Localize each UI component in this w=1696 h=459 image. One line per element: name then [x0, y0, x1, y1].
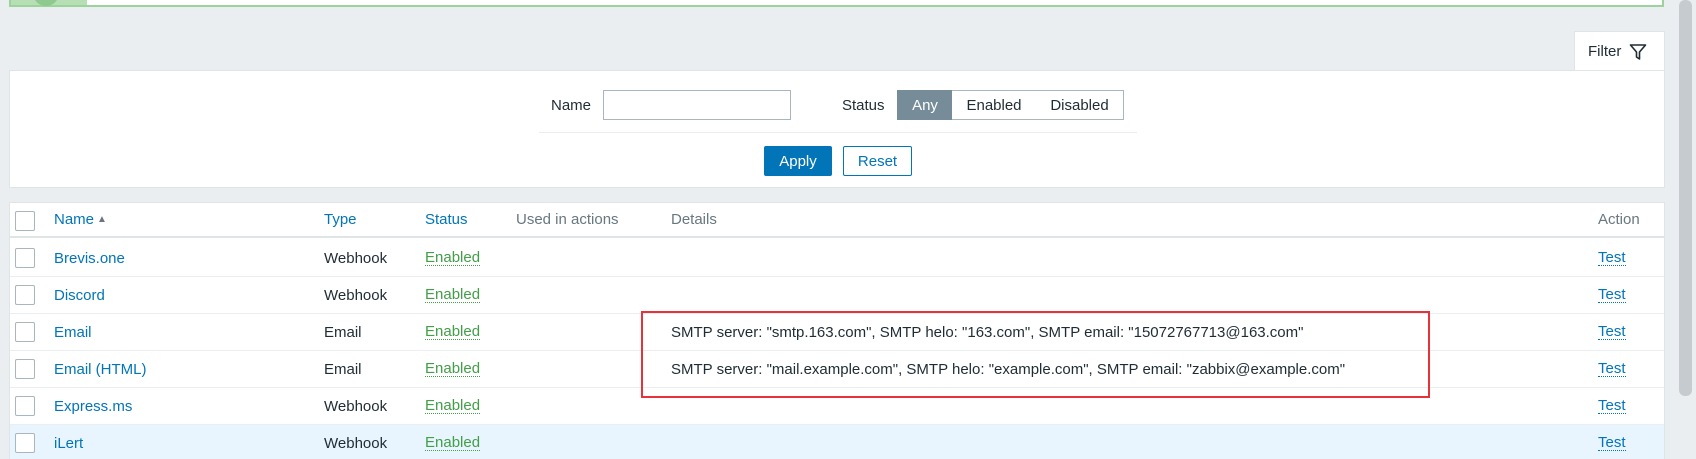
- sort-ascending-icon: ▲: [97, 214, 107, 225]
- media-type-type: Webhook: [324, 249, 388, 267]
- page-scrollbar[interactable]: [1675, 0, 1696, 459]
- page: Filter Name Status Any Enabled Disabled …: [0, 0, 1696, 459]
- name-filter-input[interactable]: [603, 90, 791, 120]
- filter-panel: Name Status Any Enabled Disabled Apply R…: [9, 70, 1665, 188]
- funnel-icon: [1630, 43, 1647, 60]
- media-types-table: Name ▲ Type Status Used in actions Detai…: [9, 202, 1665, 459]
- scrollbar-thumb[interactable]: [1679, 0, 1692, 396]
- media-type-details: SMTP server: "mail.example.com", SMTP he…: [671, 360, 1346, 378]
- table-row: Discord Webhook Enabled Test: [10, 277, 1664, 314]
- success-message-bar: [9, 0, 1664, 7]
- test-link[interactable]: Test: [1598, 324, 1626, 340]
- media-type-type: Email: [324, 323, 362, 341]
- table-header: Name ▲ Type Status Used in actions Detai…: [10, 203, 1664, 238]
- media-type-name-link[interactable]: Discord: [54, 277, 105, 313]
- media-type-name-link[interactable]: Express.ms: [54, 388, 132, 424]
- status-filter-label: Status: [842, 97, 885, 114]
- table-row: Email (HTML) Email Enabled SMTP server: …: [10, 351, 1664, 388]
- filter-tab[interactable]: Filter: [1574, 31, 1665, 71]
- success-icon: [33, 0, 59, 6]
- row-checkbox[interactable]: [15, 396, 35, 416]
- filter-divider: [539, 132, 1137, 133]
- row-checkbox[interactable]: [15, 248, 35, 268]
- media-type-name-link[interactable]: iLert: [54, 425, 83, 459]
- test-link[interactable]: Test: [1598, 250, 1626, 266]
- test-link[interactable]: Test: [1598, 435, 1626, 451]
- media-type-name-link[interactable]: Email (HTML): [54, 351, 147, 387]
- table-row: Email Email Enabled SMTP server: "smtp.1…: [10, 314, 1664, 351]
- status-toggle[interactable]: Enabled: [425, 361, 481, 377]
- column-header-type[interactable]: Type: [324, 203, 357, 236]
- row-checkbox[interactable]: [15, 433, 35, 453]
- column-header-details: Details: [671, 211, 717, 228]
- status-toggle[interactable]: Enabled: [425, 250, 481, 266]
- row-checkbox[interactable]: [15, 322, 35, 342]
- status-enabled-button[interactable]: Enabled: [952, 90, 1037, 120]
- column-header-action: Action: [1598, 211, 1640, 228]
- media-type-name-link[interactable]: Email: [54, 314, 92, 350]
- column-header-status[interactable]: Status: [425, 203, 468, 236]
- status-any-button[interactable]: Any: [897, 90, 953, 120]
- column-name-label: Name: [54, 211, 95, 228]
- table-row: Express.ms Webhook Enabled Test: [10, 388, 1664, 425]
- select-all-checkbox[interactable]: [15, 211, 35, 231]
- row-checkbox[interactable]: [15, 359, 35, 379]
- apply-button[interactable]: Apply: [764, 146, 832, 176]
- media-type-type: Webhook: [324, 434, 388, 452]
- filter-tab-label: Filter: [1588, 43, 1622, 60]
- media-type-details: SMTP server: "smtp.163.com", SMTP helo: …: [671, 323, 1304, 341]
- media-type-type: Email: [324, 360, 362, 378]
- column-header-name[interactable]: Name ▲: [54, 203, 107, 236]
- message-icon-zone: [11, 0, 87, 6]
- status-toggle[interactable]: Enabled: [425, 287, 481, 303]
- table-row: Brevis.one Webhook Enabled Test: [10, 240, 1664, 277]
- status-toggle[interactable]: Enabled: [425, 435, 481, 451]
- media-type-name-link[interactable]: Brevis.one: [54, 240, 125, 276]
- column-header-used-in-actions: Used in actions: [516, 211, 619, 228]
- status-toggle[interactable]: Enabled: [425, 398, 481, 414]
- row-checkbox[interactable]: [15, 285, 35, 305]
- media-type-type: Webhook: [324, 286, 388, 304]
- status-toggle[interactable]: Enabled: [425, 324, 481, 340]
- name-filter-label: Name: [551, 97, 592, 114]
- test-link[interactable]: Test: [1598, 398, 1626, 414]
- test-link[interactable]: Test: [1598, 287, 1626, 303]
- test-link[interactable]: Test: [1598, 361, 1626, 377]
- reset-button[interactable]: Reset: [843, 146, 912, 176]
- media-type-type: Webhook: [324, 397, 388, 415]
- status-disabled-button[interactable]: Disabled: [1036, 90, 1124, 120]
- table-row: iLert Webhook Enabled Test: [10, 425, 1664, 459]
